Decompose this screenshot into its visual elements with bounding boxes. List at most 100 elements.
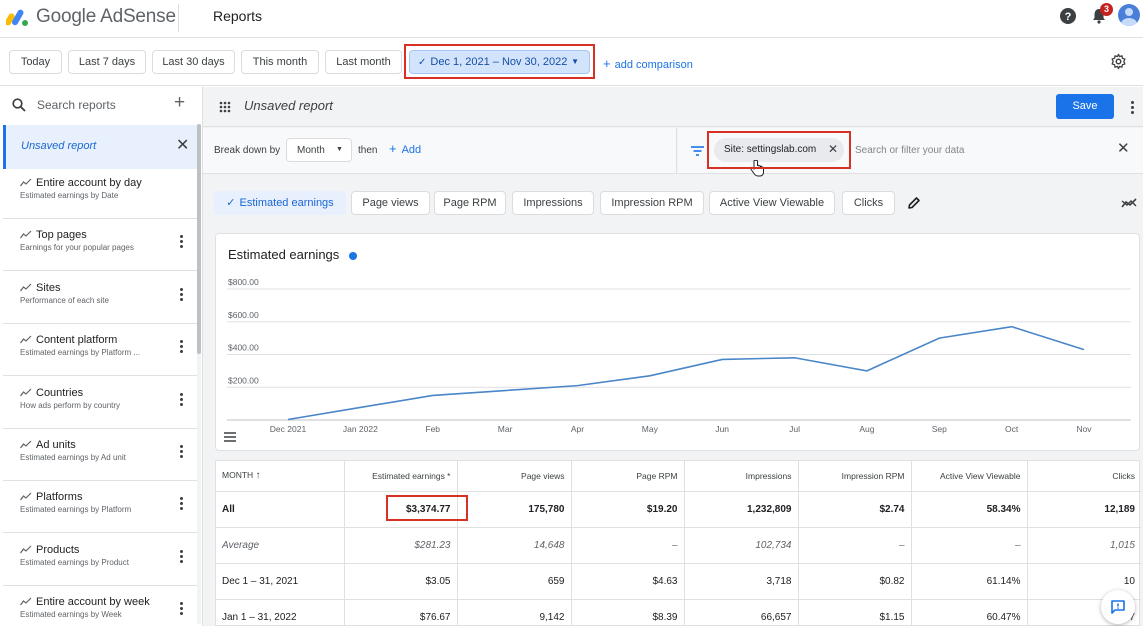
- col-header-page-views[interactable]: Page views: [457, 461, 572, 492]
- sidebar-item-unsaved-report[interactable]: Unsaved report ✕: [3, 125, 197, 169]
- more-options-icon[interactable]: [1130, 99, 1136, 115]
- more-options-icon[interactable]: [177, 601, 187, 617]
- metric-page-views[interactable]: Page views: [351, 191, 430, 215]
- adsense-logo[interactable]: Google AdSense: [6, 6, 176, 28]
- close-icon[interactable]: ✕: [176, 135, 189, 155]
- metric-impression-rpm[interactable]: Impression RPM: [600, 191, 704, 215]
- table-cell: 61.14%: [911, 563, 1028, 600]
- sidebar-item-subtitle: Estimated earnings by Platform ...: [20, 348, 141, 358]
- col-header-estimated-earnings[interactable]: Estimated earnings *: [344, 461, 458, 492]
- remove-filter-icon[interactable]: ✕: [828, 142, 838, 156]
- more-options-icon[interactable]: [177, 287, 187, 303]
- help-icon[interactable]: ?: [1059, 7, 1077, 25]
- filter-icon[interactable]: [691, 146, 704, 156]
- col-header-month[interactable]: MONTH ↑: [216, 461, 345, 492]
- more-options-icon[interactable]: [177, 339, 187, 355]
- sidebar-item-subtitle: Estimated earnings by Ad unit: [20, 453, 126, 462]
- feedback-button[interactable]: [1101, 590, 1135, 624]
- sidebar-item[interactable]: Entire account by week Estimated earnings…: [3, 588, 197, 626]
- plus-icon: +: [603, 56, 611, 71]
- avatar[interactable]: [1118, 4, 1140, 26]
- table-cell: $3.05: [344, 563, 458, 600]
- col-header-clicks[interactable]: Clicks: [1027, 461, 1141, 492]
- active-report-label: Unsaved report: [21, 140, 97, 152]
- settings-gear-icon[interactable]: [1110, 53, 1127, 70]
- date-chip-last-30-days[interactable]: Last 30 days: [152, 50, 235, 74]
- trend-icon: [20, 283, 32, 292]
- table-cell: $1.15: [798, 599, 912, 626]
- date-chip-last-7-days[interactable]: Last 7 days: [68, 50, 146, 74]
- date-chip-custom-range[interactable]: ✓ Dec 1, 2021 – Nov 30, 2022 ▼: [409, 50, 590, 74]
- more-options-icon[interactable]: [177, 496, 187, 512]
- add-breakdown-label: Add: [401, 144, 422, 156]
- sidebar-item-subtitle: Earnings for your popular pages: [20, 243, 134, 253]
- report-main: Unsaved report Save Break down by Month …: [203, 87, 1143, 626]
- date-chip-this-month[interactable]: This month: [241, 50, 319, 74]
- save-button[interactable]: Save: [1056, 94, 1114, 119]
- report-search[interactable]: Search reports +: [0, 87, 202, 124]
- col-header-impression-rpm[interactable]: Impression RPM: [798, 461, 912, 492]
- sidebar-item[interactable]: Content platform Estimated earnings by Pl…: [3, 326, 197, 377]
- trend-chart-icon[interactable]: [1121, 197, 1137, 209]
- sidebar-item-title: Sites: [36, 281, 61, 294]
- sidebar-item-title: Top pages: [36, 229, 87, 242]
- filter-search-placeholder[interactable]: Search or filter your data: [855, 145, 965, 156]
- trend-icon: [20, 597, 32, 606]
- col-header-page-rpm[interactable]: Page RPM: [571, 461, 685, 492]
- x-tick-label: Dec 2021: [270, 424, 307, 434]
- x-tick-label: Jul: [789, 424, 800, 434]
- sidebar-scrollbar-thumb[interactable]: [197, 124, 201, 354]
- more-options-icon[interactable]: [177, 549, 187, 565]
- metric-active-view-viewable[interactable]: Active View Viewable: [709, 191, 835, 215]
- table-average-row: Average $281.23 14,648–102,734– –1,015: [216, 527, 1141, 564]
- x-tick-label: Aug: [859, 424, 874, 434]
- edit-pencil-icon[interactable]: [907, 196, 921, 210]
- metric-impressions[interactable]: Impressions: [512, 191, 594, 215]
- metric-page-rpm[interactable]: Page RPM: [434, 191, 506, 215]
- sidebar-item[interactable]: Sites Performance of each site: [3, 274, 197, 324]
- sidebar-item-subtitle: Estimated earnings by Week: [20, 610, 122, 620]
- report-table: MONTH ↑ Estimated earnings * Page views …: [215, 460, 1141, 626]
- feedback-icon: [1111, 600, 1125, 614]
- sidebar-item[interactable]: Platforms Estimated earnings by Platform: [3, 483, 197, 534]
- table-cell: 175,780: [457, 491, 572, 528]
- sidebar-item-title: Platforms: [36, 491, 83, 504]
- metric-label: Estimated earnings: [239, 197, 334, 209]
- date-chip-last-month[interactable]: Last month: [325, 50, 402, 74]
- add-comparison-label: add comparison: [614, 59, 693, 71]
- sidebar-item[interactable]: Entire account by day Estimated earnings …: [3, 169, 197, 219]
- metric-estimated-earnings[interactable]: ✓ Estimated earnings: [214, 191, 346, 215]
- breakdown-select[interactable]: Month ▼: [286, 138, 352, 162]
- table-cell: Average: [216, 527, 345, 564]
- series-line: [287, 325, 1085, 421]
- more-options-icon[interactable]: [177, 392, 187, 408]
- table-row: Jan 1 – 31, 2022 $76.67 9,142 $8.39 66,657 $1…: [216, 599, 1141, 626]
- table-cell: 659: [457, 563, 572, 600]
- sidebar-item[interactable]: Countries How ads perform by country: [3, 379, 197, 429]
- sidebar-item[interactable]: Ad units Estimated earnings by Ad unit: [3, 431, 197, 481]
- add-report-icon[interactable]: +: [174, 92, 185, 114]
- adsense-logo-icon: [6, 9, 28, 26]
- x-tick-label: Feb: [425, 424, 440, 434]
- table-cell: 12,189: [1027, 491, 1141, 528]
- report-title[interactable]: Unsaved report: [244, 98, 333, 113]
- add-breakdown-button[interactable]: + Add: [389, 141, 421, 156]
- chart-menu-icon[interactable]: [224, 432, 236, 442]
- more-options-icon[interactable]: [177, 234, 187, 250]
- metric-clicks[interactable]: Clicks: [842, 191, 895, 215]
- sidebar-item-title: Products: [36, 543, 80, 556]
- more-options-icon[interactable]: [177, 444, 187, 460]
- site-filter-chip[interactable]: Site: settingslab.com ✕: [714, 138, 844, 162]
- clear-filters-icon[interactable]: ✕: [1117, 139, 1130, 157]
- col-header-active-view-viewable[interactable]: Active View Viewable: [911, 461, 1028, 492]
- sidebar-item[interactable]: Top pages Earnings for your popular pages: [3, 221, 197, 272]
- date-chip-today[interactable]: Today: [9, 50, 62, 74]
- col-header-impressions[interactable]: Impressions: [684, 461, 799, 492]
- table-cell: Jan 1 – 31, 2022: [216, 599, 345, 626]
- apps-grid-icon[interactable]: [219, 101, 231, 113]
- table-cell: Dec 1 – 31, 2021: [216, 563, 345, 600]
- sidebar-item[interactable]: Products Estimated earnings by Product: [3, 536, 197, 586]
- app-name: Google AdSense: [36, 6, 176, 27]
- add-comparison-link[interactable]: + add comparison: [603, 56, 693, 71]
- earnings-line-chart[interactable]: $200.00 $400.00 $600.00 $800.00 Dec 2021 Jan …: [216, 234, 1139, 450]
